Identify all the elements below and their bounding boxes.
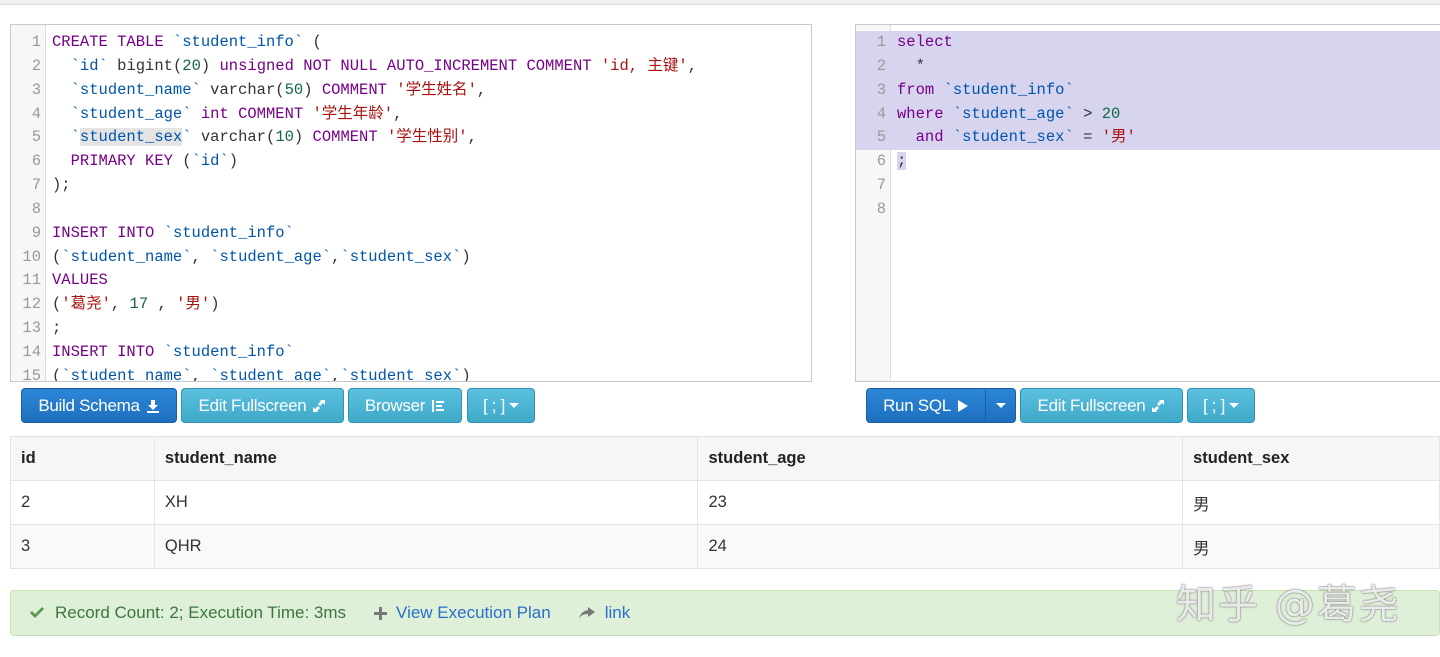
run-sql-button[interactable]: Run SQL (866, 388, 986, 423)
schema-delimiter-dropdown[interactable]: [ ; ] (467, 388, 535, 423)
line-number: 4 (31, 104, 41, 123)
query-line: 5 and `student_sex` = '男' (856, 126, 1440, 151)
schema-line: 3 `student_name` varchar(50) COMMENT '学生… (11, 79, 811, 103)
line-number: 13 (22, 319, 41, 338)
schema-line: 11 VALUES (11, 269, 811, 293)
table-cell: 男 (1182, 524, 1440, 569)
watermark: 知乎 @葛尧 (1176, 582, 1401, 628)
line-number: 5 (876, 128, 886, 147)
line-number: 4 (876, 104, 886, 123)
query-edit-fullscreen-button[interactable]: Edit Fullscreen (1020, 388, 1183, 423)
record-count-status: Record Count: 2; Execution Time: 3ms (29, 603, 346, 623)
query-line: 4 where `student_age` > 20 (856, 102, 1440, 127)
query-line: 6; (856, 150, 1440, 174)
table-cell: XH (153, 480, 699, 525)
expand-icon (1152, 399, 1165, 412)
table-row: 3 QHR 24 男 (10, 524, 1440, 569)
table-cell: 2 (10, 480, 155, 525)
line-number: 1 (31, 33, 41, 51)
table-row: 2 XH 23 男 (10, 480, 1440, 525)
line-number: 8 (876, 199, 886, 218)
results-header-row: id student_name student_age student_sex (10, 436, 1440, 481)
line-number: 7 (31, 176, 41, 195)
schema-line: 12 ('葛尧', 17 , '男') (11, 293, 811, 317)
column-header: student_sex (1182, 436, 1440, 481)
query-line: 8 (856, 198, 1440, 222)
table-cell: 3 (10, 524, 155, 569)
schema-line: 9 INSERT INTO `student_info` (11, 222, 811, 246)
line-number: 8 (31, 199, 41, 218)
line-number: 6 (876, 152, 886, 171)
schema-line: 6 PRIMARY KEY (`id`) (11, 150, 811, 174)
download-icon (146, 399, 159, 413)
schema-line: 13; (11, 317, 811, 341)
line-number: 2 (31, 56, 41, 75)
tree-icon (432, 399, 445, 412)
query-line: 3 from `student_info` (856, 78, 1440, 103)
line-number: 12 (22, 295, 41, 314)
line-number: 15 (22, 366, 41, 382)
run-sql-dropdown-toggle[interactable] (985, 388, 1016, 423)
schema-line: 2 `id` bigint(20) unsigned NOT NULL AUTO… (11, 55, 811, 79)
line-number: 3 (31, 80, 41, 99)
line-number: 1 (876, 33, 886, 51)
highlighted-word: student_sex (79, 128, 183, 147)
column-header: student_name (153, 436, 699, 481)
query-line: 2 * (856, 54, 1440, 79)
schema-edit-fullscreen-button[interactable]: Edit Fullscreen (181, 388, 344, 423)
build-schema-button[interactable]: Build Schema (21, 388, 177, 423)
column-header: id (10, 436, 155, 481)
permalink-link[interactable]: link (578, 603, 630, 623)
view-execution-plan-link[interactable]: View Execution Plan (374, 603, 551, 623)
expand-icon (313, 399, 326, 412)
checkmark-icon (30, 607, 44, 618)
query-line: 1 select (856, 31, 1440, 55)
line-number: 2 (876, 56, 886, 75)
line-number: 14 (22, 342, 41, 361)
schema-line: 5 `student_sex` varchar(10) COMMENT '学生性… (11, 126, 811, 150)
column-header: student_age (697, 436, 1184, 481)
top-border (0, 0, 1440, 5)
results-table: id student_name student_age student_sex … (10, 436, 1440, 569)
line-number: 3 (876, 80, 886, 99)
table-cell: QHR (153, 524, 699, 569)
table-cell: 24 (697, 524, 1184, 569)
line-number: 7 (876, 176, 886, 195)
line-number: 6 (31, 152, 41, 171)
table-cell: 男 (1182, 480, 1440, 525)
caret-down-icon (509, 403, 520, 408)
schema-editor[interactable]: 1 CREATE TABLE `student_info` ( 2 `id` bi… (10, 24, 812, 382)
caret-down-icon (1229, 403, 1240, 408)
line-number: 11 (22, 271, 41, 290)
play-icon (957, 399, 968, 412)
schema-line: 4 `student_age` int COMMENT '学生年龄', (11, 103, 811, 127)
query-delimiter-dropdown[interactable]: [ ; ] (1187, 388, 1255, 423)
plus-icon (374, 606, 388, 620)
schema-line: 14 INSERT INTO `student_info` (11, 341, 811, 365)
table-cell: 23 (697, 480, 1184, 525)
schema-line: 7); (11, 174, 811, 198)
line-number: 9 (31, 223, 41, 242)
schema-line: 15 (`student_name`, `student_age`,`studen… (11, 365, 811, 382)
share-arrow-icon (578, 606, 595, 619)
line-number: 5 (31, 128, 41, 147)
query-editor[interactable]: 1 select 2 * 3 from `student_info` 4 where … (855, 24, 1440, 382)
query-line: 7 (856, 174, 1440, 198)
schema-line: 10 (`student_name`, `student_age`,`studen… (11, 246, 811, 270)
caret-down-icon (995, 403, 1006, 408)
browser-button[interactable]: Browser (348, 388, 462, 423)
schema-line: 1 CREATE TABLE `student_info` ( (11, 31, 811, 55)
line-number: 10 (22, 247, 41, 266)
schema-line: 8 (11, 198, 811, 222)
